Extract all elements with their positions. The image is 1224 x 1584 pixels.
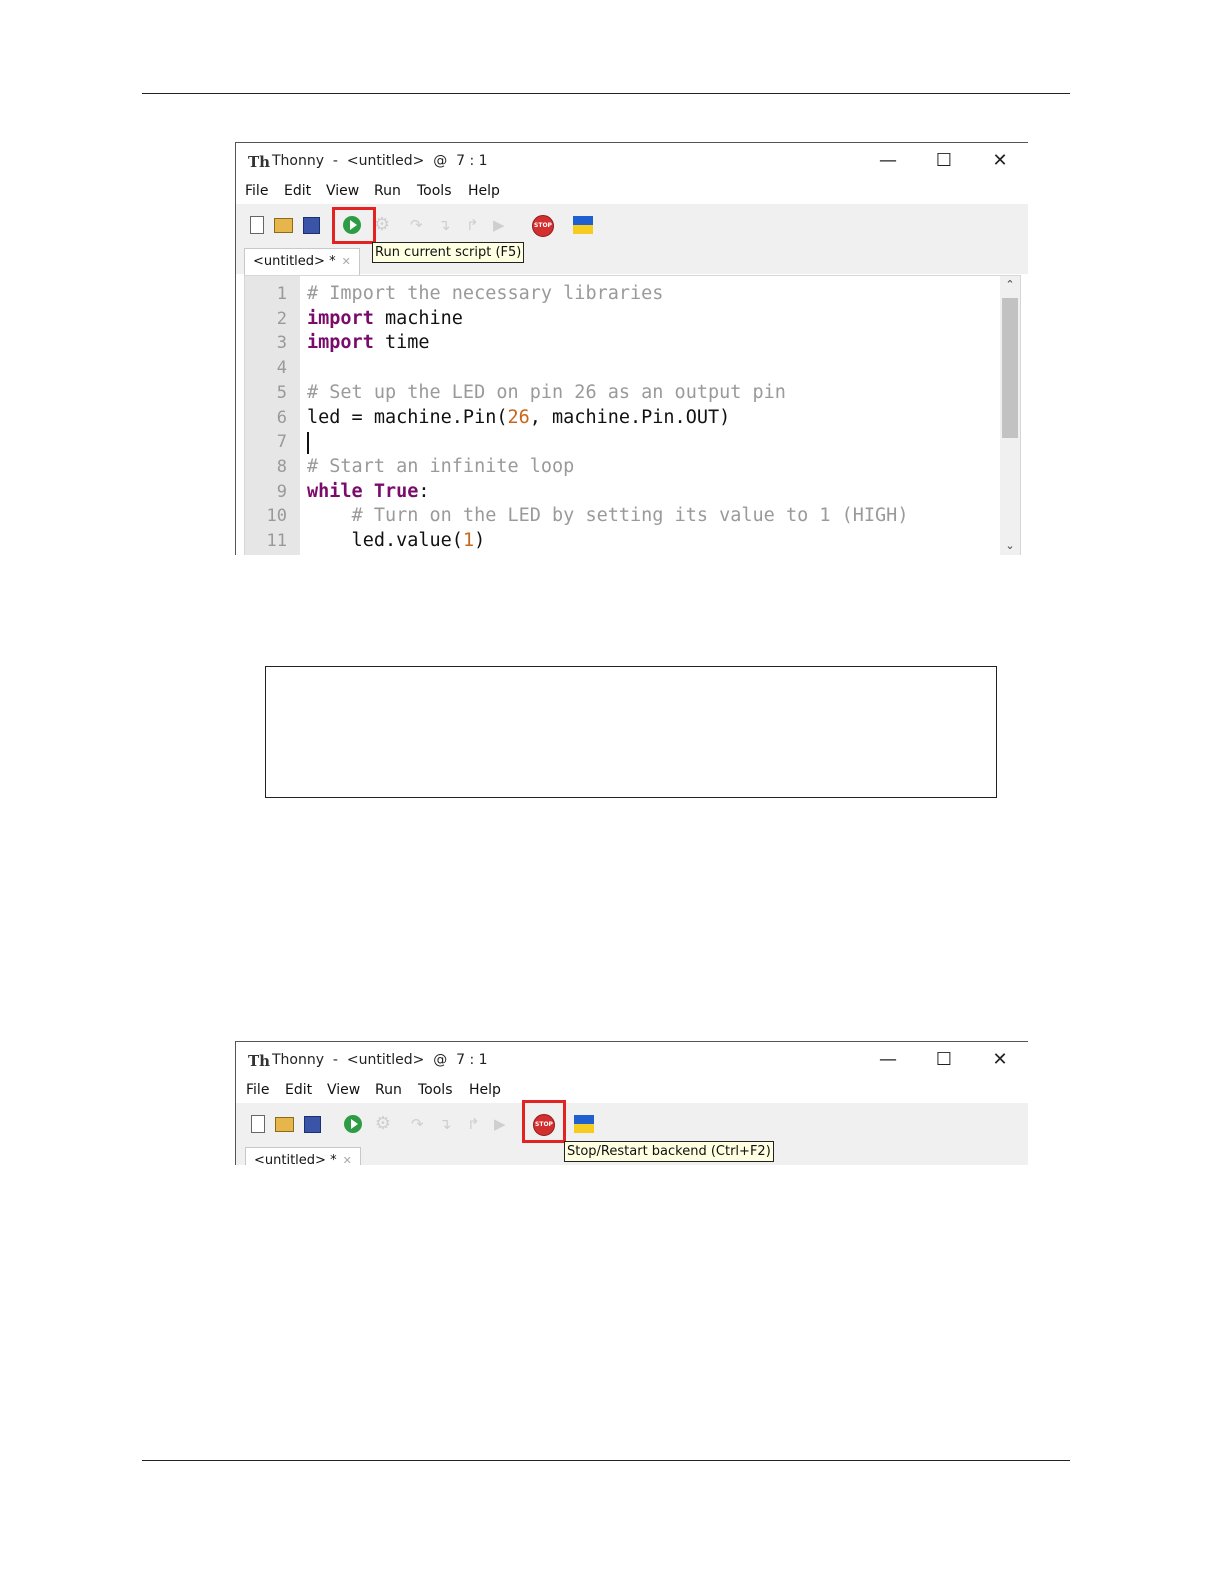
scroll-down-icon[interactable]: ⌄: [1000, 539, 1020, 552]
menu-file[interactable]: File: [245, 183, 268, 199]
resume-icon: ▶: [493, 216, 505, 234]
code-text: while True:: [307, 480, 430, 502]
stop-tooltip: Stop/Restart backend (Ctrl+F2): [564, 1141, 774, 1162]
output-placeholder-box: [265, 666, 997, 798]
menu-bar: File Edit View Run Tools Help: [236, 1079, 1028, 1103]
menu-tools[interactable]: Tools: [417, 183, 452, 199]
line-number: 2: [276, 308, 287, 329]
menu-view[interactable]: View: [327, 1082, 360, 1098]
minimize-icon[interactable]: —: [868, 148, 908, 174]
close-icon[interactable]: ✕: [980, 1047, 1020, 1073]
menu-run[interactable]: Run: [375, 1082, 402, 1098]
maximize-icon[interactable]: ☐: [924, 148, 964, 174]
code-text: # Start an infinite loop: [307, 455, 575, 477]
menu-help[interactable]: Help: [468, 183, 500, 199]
code-text: import machine: [307, 307, 463, 329]
code-text: # Turn on the LED by setting its value t…: [351, 505, 909, 527]
minimize-icon[interactable]: —: [868, 1047, 908, 1073]
code-line: 2 import machine: [245, 307, 1000, 332]
new-file-icon[interactable]: [250, 216, 264, 234]
debug-icon: ⚙: [374, 1113, 392, 1134]
tab-close-icon[interactable]: ✕: [343, 1154, 352, 1165]
line-number: 6: [276, 407, 287, 428]
code-text: import time: [307, 332, 430, 354]
menu-edit[interactable]: Edit: [285, 1082, 312, 1098]
code-line: 5 # Set up the LED on pin 26 as an output…: [245, 381, 1000, 406]
text-caret: [307, 432, 309, 454]
run-icon[interactable]: [344, 1115, 362, 1133]
menu-help[interactable]: Help: [469, 1082, 501, 1098]
thonny-logo-icon: Th: [248, 153, 271, 171]
run-button-highlight: [332, 207, 376, 244]
resume-icon: ▶: [494, 1115, 506, 1133]
close-icon[interactable]: ✕: [980, 148, 1020, 174]
tab-label: <untitled> *: [253, 254, 336, 269]
maximize-icon[interactable]: ☐: [924, 1047, 964, 1073]
code-line: 3 import time: [245, 331, 1000, 356]
code-text: # Set up the LED on pin 26 as an output …: [307, 381, 786, 403]
stop-button-highlight: [522, 1100, 566, 1143]
menu-run[interactable]: Run: [374, 183, 401, 199]
stop-icon[interactable]: STOP: [532, 215, 554, 237]
ukraine-flag-icon[interactable]: [573, 216, 593, 234]
code-text: # Import the necessary libraries: [307, 283, 664, 304]
code-line: 9 while True:: [245, 480, 1000, 505]
scroll-thumb[interactable]: [1002, 298, 1018, 438]
menu-bar: File Edit View Run Tools Help: [236, 180, 1028, 204]
step-out-icon: ↱: [467, 1115, 480, 1133]
menu-file[interactable]: File: [246, 1082, 269, 1098]
tab-close-icon[interactable]: ✕: [342, 255, 351, 268]
title-bar: Th Thonny - <untitled> @ 7 : 1 — ☐ ✕: [236, 143, 1028, 179]
title-bar: Th Thonny - <untitled> @ 7 : 1 — ☐ ✕: [236, 1042, 1028, 1078]
menu-edit[interactable]: Edit: [284, 183, 311, 199]
save-icon[interactable]: [303, 217, 320, 234]
step-over-icon: ↷: [411, 1115, 424, 1133]
line-number: 8: [276, 456, 287, 477]
step-into-icon: ↴: [439, 1115, 452, 1133]
step-over-icon: ↷: [410, 216, 423, 234]
code-line: 7: [245, 430, 1000, 455]
code-line: 1 # Import the necessary libraries: [245, 282, 1000, 307]
code-line: 4: [245, 356, 1000, 381]
tab-label: <untitled> *: [254, 1153, 337, 1165]
header-rule: [142, 93, 1070, 94]
tab-untitled[interactable]: <untitled> * ✕: [244, 248, 360, 275]
new-file-icon[interactable]: [251, 1115, 265, 1133]
line-number: 4: [276, 358, 287, 379]
scroll-up-icon[interactable]: ⌃: [1000, 278, 1020, 291]
menu-view[interactable]: View: [326, 183, 359, 199]
code-line: 8 # Start an infinite loop: [245, 455, 1000, 480]
code-line: 10 # Turn on the LED by setting its valu…: [245, 504, 1000, 529]
vertical-scrollbar[interactable]: ⌃ ⌄: [1000, 276, 1020, 555]
step-into-icon: ↴: [438, 216, 451, 234]
window-title: Thonny - <untitled> @ 7 : 1: [272, 1052, 488, 1068]
menu-tools[interactable]: Tools: [418, 1082, 453, 1098]
line-number: 5: [276, 382, 287, 403]
run-tooltip: Run current script (F5): [372, 242, 525, 263]
thonny-logo-icon: Th: [248, 1052, 271, 1070]
line-number: 3: [276, 333, 287, 354]
open-folder-icon[interactable]: [275, 1117, 294, 1132]
line-number: 1: [276, 284, 287, 304]
code-text: led.value(1): [307, 530, 486, 551]
line-number: 11: [266, 531, 287, 551]
line-number: 7: [276, 432, 287, 453]
code-text: led = machine.Pin(26, machine.Pin.OUT): [307, 406, 731, 428]
thonny-window-run: Th Thonny - <untitled> @ 7 : 1 — ☐ ✕ Fil…: [235, 142, 1028, 555]
thonny-window-stop: Th Thonny - <untitled> @ 7 : 1 — ☐ ✕ Fil…: [235, 1041, 1028, 1165]
open-folder-icon[interactable]: [274, 218, 293, 233]
code-line: 11 led.value(1): [245, 529, 1000, 554]
save-icon[interactable]: [304, 1116, 321, 1133]
tab-untitled[interactable]: <untitled> * ✕: [245, 1147, 361, 1165]
footer-rule: [142, 1460, 1070, 1461]
ukraine-flag-icon[interactable]: [574, 1115, 594, 1133]
code-editor[interactable]: 1 # Import the necessary libraries 2 import…: [244, 275, 1021, 555]
window-title: Thonny - <untitled> @ 7 : 1: [272, 153, 488, 169]
line-number: 9: [276, 481, 287, 502]
line-number: 10: [266, 506, 287, 527]
code-line: 6 led = machine.Pin(26, machine.Pin.OUT): [245, 406, 1000, 431]
step-out-icon: ↱: [466, 216, 479, 234]
